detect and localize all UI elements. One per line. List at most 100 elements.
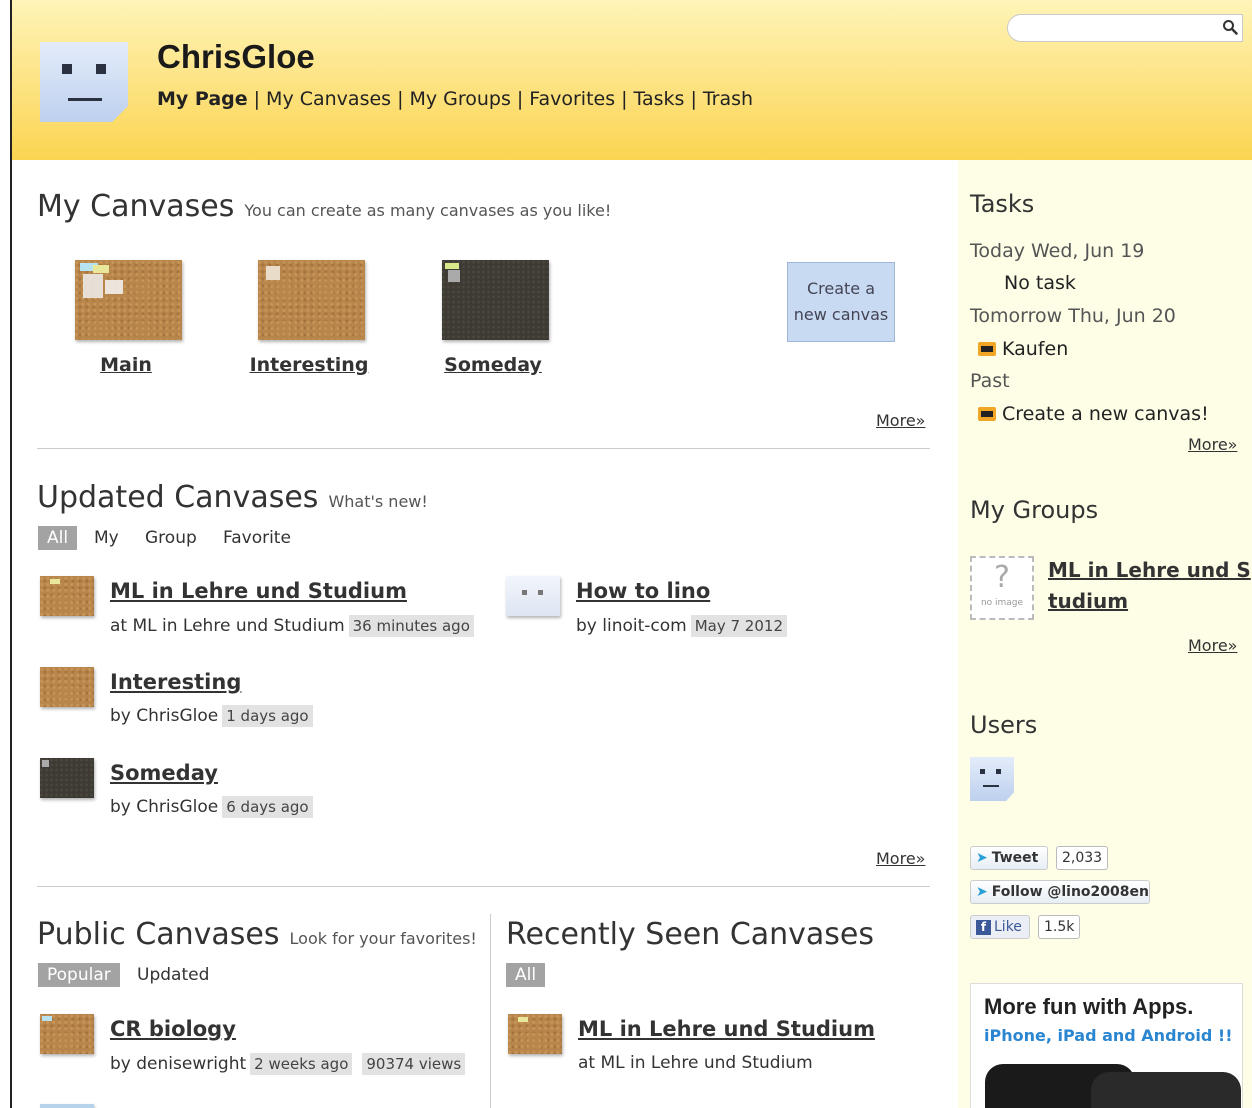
canvas-link-interesting[interactable]: Interesting — [239, 354, 379, 376]
item-time-badge: 2 weeks ago — [250, 1053, 353, 1075]
tweet-button[interactable]: ➤ Tweet — [970, 846, 1048, 870]
item-title-link[interactable]: Someday — [110, 761, 218, 785]
filter-all[interactable]: All — [38, 526, 78, 550]
item-thumbnail[interactable] — [40, 1014, 94, 1054]
tasks-title: Tasks — [970, 190, 1035, 218]
user-avatar[interactable] — [970, 757, 1014, 801]
filter-all[interactable]: All — [506, 963, 546, 987]
tasks-today-label: Today Wed, Jun 19 — [970, 240, 1145, 262]
item-time-badge: 36 minutes ago — [348, 615, 474, 637]
username-title[interactable]: ChrisGloe — [157, 38, 315, 76]
facebook-icon: f — [976, 919, 991, 935]
item-title-link[interactable]: ML in Lehre und Studium — [110, 579, 407, 603]
tasks-past-label: Past — [970, 370, 1010, 392]
task-label: Kaufen — [1002, 338, 1069, 360]
top-nav: My Page | My Canvases | My Groups | Favorites |… — [157, 88, 754, 110]
updated-canvases-title: Updated Canvases — [37, 480, 319, 515]
updated-canvases-subtitle: What's new! — [328, 492, 428, 511]
nav-my-canvases[interactable]: My Canvases — [266, 88, 391, 110]
item-source: by linoit-com — [576, 616, 687, 636]
item-thumbnail[interactable] — [40, 1104, 94, 1108]
my-canvases-subtitle: You can create as many canvases as you l… — [244, 201, 612, 220]
item-thumbnail[interactable] — [40, 758, 94, 798]
canvas-link-someday[interactable]: Someday — [423, 354, 563, 376]
canvas-thumbnail-main[interactable] — [75, 260, 182, 340]
updated-canvases-more-link[interactable]: More» — [876, 849, 925, 868]
group-link-continued[interactable]: tudium — [1048, 589, 1128, 613]
my-canvases-title: My Canvases — [37, 189, 235, 224]
item-thumbnail[interactable] — [40, 576, 94, 616]
task-icon — [978, 342, 996, 356]
updated-canvases-heading: Updated Canvases What's new! — [37, 480, 428, 515]
phone-image — [1091, 1072, 1241, 1108]
sidebar — [958, 160, 1252, 1108]
divider — [37, 886, 930, 887]
item-meta: at ML in Lehre und Studium — [578, 1053, 813, 1073]
nav-my-groups[interactable]: My Groups — [409, 88, 510, 110]
tasks-more-link[interactable]: More» — [1188, 435, 1237, 454]
canvas-link-main[interactable]: Main — [56, 354, 196, 376]
nav-tasks[interactable]: Tasks — [634, 88, 685, 110]
task-label: Create a new canvas! — [1002, 403, 1209, 425]
item-title-link[interactable]: ML in Lehre und Studium — [578, 1017, 875, 1041]
no-task-text: No task — [1004, 272, 1076, 294]
canvas-thumbnail-interesting[interactable] — [258, 260, 365, 340]
item-title-link[interactable]: How to lino — [576, 579, 710, 603]
group-link[interactable]: ML in Lehre und S — [1048, 558, 1251, 582]
group-image-placeholder[interactable]: ? no image — [970, 556, 1034, 620]
task-item[interactable]: Kaufen — [978, 338, 1068, 360]
apps-promo-subtitle: iPhone, iPad and Android !! — [984, 1026, 1233, 1045]
like-label: Like — [994, 919, 1022, 935]
search-input[interactable] — [1007, 14, 1243, 42]
filter-favorite[interactable]: Favorite — [223, 528, 291, 548]
twitter-bird-icon: ➤ — [976, 884, 988, 900]
nav-my-page[interactable]: My Page — [157, 88, 248, 110]
item-time-badge: 6 days ago — [222, 796, 313, 818]
item-meta: by linoit-com May 7 2012 — [576, 615, 787, 637]
my-canvases-more-link[interactable]: More» — [876, 411, 925, 430]
avatar[interactable] — [40, 42, 128, 122]
follow-label: Follow @lino2008en — [991, 884, 1149, 900]
item-meta: by denisewright 2 weeks ago 90374 views — [110, 1053, 466, 1075]
facebook-like-button[interactable]: f Like — [970, 915, 1030, 939]
item-meta: by ChrisGloe 1 days ago — [110, 705, 313, 727]
canvas-thumbnail-someday[interactable] — [442, 260, 549, 340]
create-canvas-button[interactable]: Create a new canvas — [787, 262, 895, 342]
no-image-label: no image — [980, 598, 1024, 608]
nav-trash[interactable]: Trash — [703, 88, 753, 110]
item-title-link[interactable]: Interesting — [110, 670, 241, 694]
item-source: by ChrisGloe — [110, 706, 219, 726]
filter-popular[interactable]: Popular — [38, 963, 120, 987]
public-canvases-subtitle: Look for your favorites! — [289, 929, 477, 948]
filter-group[interactable]: Group — [145, 528, 197, 548]
apps-promo-banner[interactable]: More fun with Apps. iPhone, iPad and And… — [970, 983, 1243, 1108]
item-time-badge: May 7 2012 — [690, 615, 787, 637]
groups-more-link[interactable]: More» — [1188, 636, 1237, 655]
search-icon[interactable] — [1222, 19, 1238, 35]
follow-button[interactable]: ➤ Follow @lino2008en — [970, 880, 1150, 904]
item-thumbnail[interactable] — [508, 1014, 562, 1054]
item-thumbnail[interactable] — [40, 667, 94, 707]
item-time-badge: 1 days ago — [222, 705, 313, 727]
twitter-bird-icon: ➤ — [976, 850, 988, 866]
apps-promo-title: More fun with Apps. — [984, 994, 1194, 1019]
nav-favorites[interactable]: Favorites — [529, 88, 615, 110]
like-count: 1.5k — [1038, 915, 1081, 939]
tasks-tomorrow-label: Tomorrow Thu, Jun 20 — [970, 305, 1176, 327]
item-title-link[interactable]: CR biology — [110, 1017, 236, 1041]
recent-canvases-title: Recently Seen Canvases — [506, 917, 875, 952]
divider — [37, 448, 930, 449]
my-canvases-heading: My Canvases You can create as many canvas… — [37, 189, 611, 224]
my-groups-title: My Groups — [970, 496, 1099, 524]
tweet-label: Tweet — [991, 850, 1039, 866]
item-source: by ChrisGloe — [110, 797, 219, 817]
column-divider — [490, 914, 491, 1108]
item-source: at ML in Lehre und Studium — [110, 616, 345, 636]
filter-updated[interactable]: Updated — [137, 965, 209, 985]
item-meta: by ChrisGloe 6 days ago — [110, 796, 313, 818]
task-item[interactable]: Create a new canvas! — [978, 403, 1209, 425]
item-thumbnail[interactable] — [506, 576, 560, 616]
task-icon — [978, 407, 996, 421]
filter-my[interactable]: My — [94, 528, 119, 548]
users-title: Users — [970, 711, 1038, 739]
